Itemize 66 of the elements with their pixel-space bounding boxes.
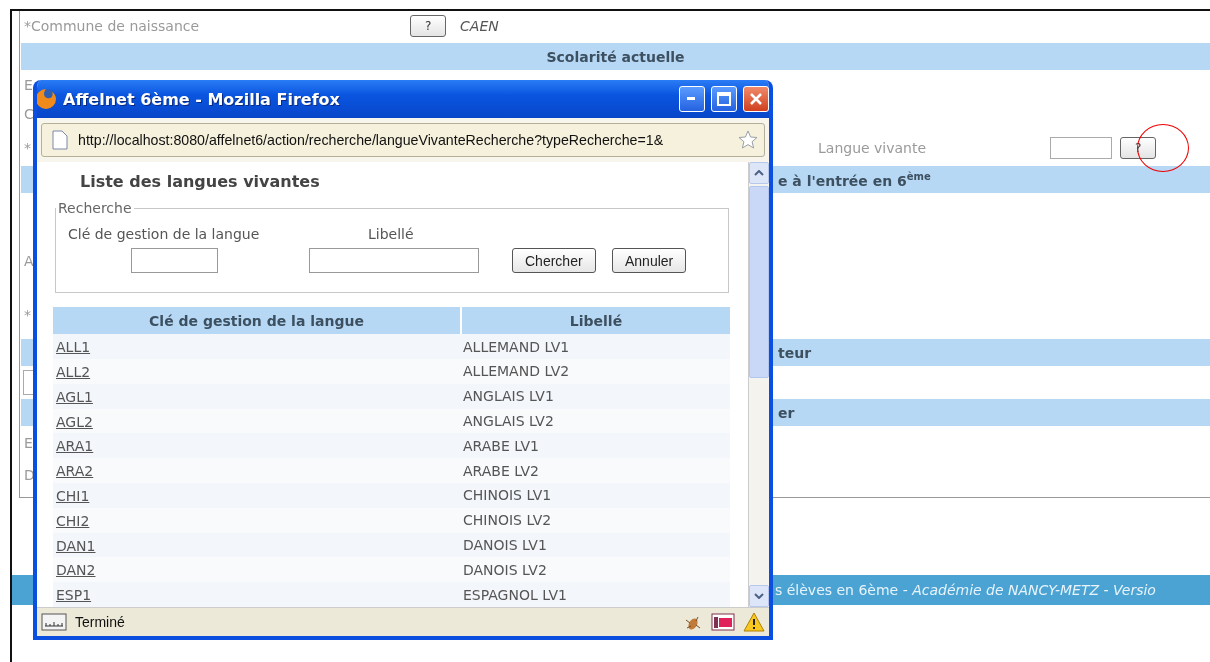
scroll-down-icon[interactable] bbox=[749, 585, 769, 607]
table-cell-text: ALLEMAND LV1 bbox=[463, 338, 571, 355]
form-label: E bbox=[24, 76, 34, 93]
form-label: * bbox=[24, 307, 32, 323]
scrollbar[interactable] bbox=[748, 162, 769, 607]
table-cell-text: ARABE LV1 bbox=[463, 437, 540, 454]
table-cell-text: ARABE LV2 bbox=[463, 462, 540, 479]
form-label: Langue vivante bbox=[818, 139, 927, 156]
section-title: Scolarité actuelle bbox=[546, 48, 685, 65]
scroll-up-icon[interactable] bbox=[749, 162, 769, 184]
field-value: CAEN bbox=[460, 18, 499, 34]
form-label: * bbox=[24, 139, 32, 156]
close-icon bbox=[749, 92, 763, 106]
section-title: teur bbox=[778, 344, 812, 361]
help-button[interactable]: ? bbox=[1120, 136, 1157, 159]
list-heading: Liste des langues vivantes bbox=[80, 172, 321, 193]
table-cell-text: ANGLAIS LV1 bbox=[463, 388, 555, 405]
language-key-link[interactable]: CHI1 bbox=[56, 487, 90, 504]
language-key-link[interactable]: ALL1 bbox=[56, 339, 91, 356]
table-cell-text: ESPAGNOL LV1 bbox=[463, 586, 568, 603]
form-label: E bbox=[24, 435, 34, 451]
group-legend: Recherche bbox=[56, 200, 134, 217]
maximize-button[interactable] bbox=[711, 86, 737, 112]
form-label: C bbox=[24, 106, 34, 122]
language-key-link[interactable]: ARA2 bbox=[56, 463, 94, 480]
input-field[interactable] bbox=[1050, 136, 1113, 159]
page-icon bbox=[52, 130, 68, 150]
language-key-link[interactable]: ARA1 bbox=[56, 438, 94, 455]
language-key-link[interactable]: ESP1 bbox=[56, 587, 92, 604]
table-cell-text: DANOIS LV1 bbox=[463, 537, 548, 553]
close-button[interactable] bbox=[743, 86, 769, 112]
cancel-button[interactable]: Annuler bbox=[612, 248, 687, 274]
table-cell-text: DANOIS LV2 bbox=[463, 561, 548, 578]
minimize-icon bbox=[687, 97, 697, 101]
star-icon bbox=[738, 130, 758, 150]
field-label: Libellé bbox=[368, 226, 414, 243]
language-key-link[interactable]: AGL1 bbox=[56, 388, 93, 405]
minimize-button[interactable] bbox=[679, 86, 705, 112]
form-label: *Commune de naissance bbox=[24, 18, 200, 34]
input-field[interactable] bbox=[309, 248, 479, 274]
warning-icon bbox=[743, 612, 765, 632]
language-key-link[interactable]: AGL2 bbox=[56, 413, 93, 430]
window-title: Affelnet 6ème - Mozilla Firefox bbox=[63, 89, 341, 109]
table-cell-text: CHINOIS LV2 bbox=[463, 512, 553, 529]
scroll-thumb[interactable] bbox=[749, 186, 769, 378]
search-button[interactable]: Chercher bbox=[512, 248, 596, 274]
section-title: e à l'entrée en 6$^{ème}$ bbox=[778, 170, 931, 189]
status-text: Terminé bbox=[75, 614, 126, 630]
language-key-link[interactable]: CHI2 bbox=[56, 512, 90, 529]
footer-text: s élèves en 6ème - Académie de NANCY-METZ - Versio bbox=[775, 582, 1156, 598]
table-cell-text: ALLEMAND LV2 bbox=[463, 363, 571, 380]
maximize-icon bbox=[717, 92, 731, 106]
input-field[interactable] bbox=[131, 248, 218, 274]
language-key-link[interactable]: DAN2 bbox=[56, 562, 96, 579]
language-key-link[interactable]: ALL2 bbox=[56, 363, 91, 380]
table-cell-text: CHINOIS LV1 bbox=[463, 487, 553, 504]
help-button[interactable]: ? bbox=[410, 15, 447, 37]
column-header: Clé de gestion de la langue bbox=[148, 311, 365, 331]
language-key-link[interactable]: DAN1 bbox=[56, 537, 96, 554]
browser-logo-icon bbox=[37, 88, 57, 110]
monitor-icon bbox=[41, 613, 67, 631]
table-cell-text: ANGLAIS LV2 bbox=[463, 413, 555, 429]
address-bar[interactable]: http://localhost:8080/affelnet6/action/recherche/langueVivanteRecherche?typeRecherche=1& bbox=[41, 123, 765, 157]
field-label: Clé de gestion de la langue bbox=[68, 226, 260, 243]
form-label: A bbox=[24, 253, 34, 269]
section-title: er bbox=[778, 404, 795, 421]
